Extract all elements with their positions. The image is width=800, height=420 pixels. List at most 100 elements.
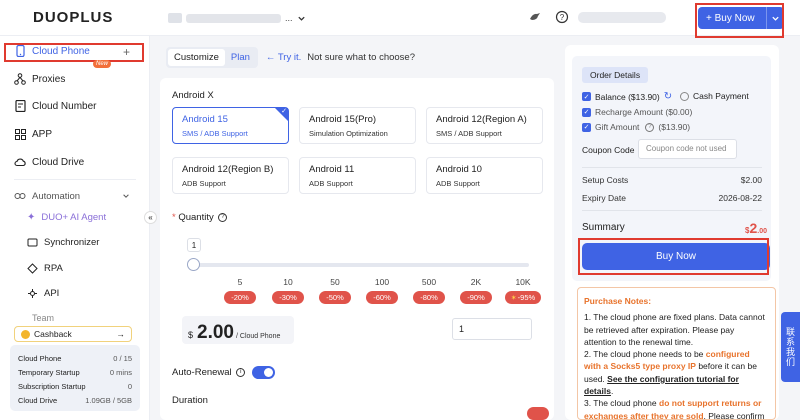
option-title: Android 15 bbox=[182, 114, 228, 125]
note-item: 2. The cloud phone needs to be configure… bbox=[584, 348, 769, 397]
duration-label: Duration bbox=[172, 395, 208, 406]
slider-tick: 2K bbox=[470, 277, 482, 287]
cashback-banner[interactable]: Cashback → bbox=[14, 326, 132, 342]
sidebar-item-cloud-number[interactable]: Cloud Number bbox=[14, 100, 96, 112]
highlight-box-sidebar bbox=[4, 43, 144, 62]
expiry-date-label: Expiry Date bbox=[582, 193, 626, 203]
coin-icon bbox=[21, 329, 30, 339]
sidebar-item-label: DUO+ AI Agent bbox=[41, 212, 107, 223]
tab-customize[interactable]: Customize bbox=[168, 49, 225, 66]
option-android-12-region-a[interactable]: Android 12(Region A) SMS / ADB Support bbox=[426, 107, 543, 144]
balance-label: Balance ($13.90) bbox=[595, 91, 660, 102]
discount-badge-max: ✶ -95% bbox=[505, 291, 541, 304]
arrow-right-icon: → bbox=[116, 329, 126, 339]
note-text: 2. The cloud phone needs to be bbox=[584, 349, 706, 360]
recharge-option[interactable]: ✓ Recharge Amount ($0.00) bbox=[582, 107, 692, 117]
stat-row: Subscription Startup 0 bbox=[18, 379, 132, 393]
duoplus-logo[interactable]: DUOPLUS bbox=[33, 9, 113, 26]
auto-renewal-toggle[interactable] bbox=[252, 366, 275, 379]
discount-badge-partial bbox=[527, 407, 549, 420]
account-switcher[interactable]: ... bbox=[168, 12, 306, 24]
discount-badge: -30% bbox=[272, 291, 304, 304]
option-subtitle: ADB Support bbox=[182, 179, 226, 188]
help-icon[interactable]: ? bbox=[645, 122, 655, 132]
option-title: Android 12(Region B) bbox=[182, 164, 274, 175]
stat-label: Temporary Startup bbox=[18, 367, 80, 377]
grid-icon bbox=[14, 128, 26, 140]
summary-price: $2.00 bbox=[745, 220, 767, 236]
radio-icon[interactable] bbox=[680, 91, 689, 101]
network-icon bbox=[14, 73, 26, 85]
option-android-10[interactable]: Android 10 ADB Support bbox=[426, 157, 543, 194]
sidebar-item-app[interactable]: APP bbox=[14, 128, 52, 140]
check-icon: ✓ bbox=[281, 108, 287, 115]
user-info-blurred[interactable] bbox=[578, 12, 666, 23]
divider bbox=[582, 167, 762, 168]
checkbox-checked-icon[interactable]: ✓ bbox=[582, 122, 591, 132]
sync-icon bbox=[27, 237, 38, 248]
account-name-blurred bbox=[186, 13, 281, 23]
contact-us-tab[interactable]: 联系我们 bbox=[781, 312, 800, 382]
config-tutorial-link[interactable]: See the configuration tutorial for detai… bbox=[584, 374, 739, 396]
chevron-down-icon[interactable] bbox=[122, 192, 130, 200]
help-icon[interactable]: ? bbox=[555, 10, 569, 24]
collapse-sidebar-icon[interactable]: « bbox=[144, 211, 157, 224]
stat-row: Cloud Phone 0 / 15 bbox=[18, 351, 132, 365]
chevron-down-icon bbox=[297, 14, 306, 23]
discount-badge: -60% bbox=[366, 291, 398, 304]
sidebar-item-ai-agent[interactable]: ✦ DUO+ AI Agent bbox=[27, 212, 106, 223]
divider bbox=[582, 210, 762, 211]
sidebar-item-synchronizer[interactable]: Synchronizer bbox=[27, 237, 99, 248]
coupon-input[interactable]: Coupon code not used bbox=[638, 139, 737, 159]
balance-option[interactable]: ✓ Balance ($13.90) ↻ bbox=[582, 91, 672, 102]
cash-payment-option[interactable]: Cash Payment bbox=[680, 91, 749, 101]
account-suffix: ... bbox=[285, 13, 293, 23]
option-title: Android 15(Pro) bbox=[309, 114, 377, 125]
option-android-11[interactable]: Android 11 ADB Support bbox=[299, 157, 416, 194]
svg-text:?: ? bbox=[560, 13, 565, 22]
sidebar-item-cloud-drive[interactable]: Cloud Drive bbox=[14, 156, 84, 168]
quantity-label-text: Quantity bbox=[178, 212, 214, 223]
top-bar: DUOPLUS ... ? + Buy Now bbox=[0, 0, 800, 36]
auto-renewal-text: Auto-Renewal bbox=[172, 367, 232, 378]
sidebar-group-team[interactable]: Team bbox=[14, 314, 54, 322]
option-android-15[interactable]: ✓ Android 15 SMS / ADB Support bbox=[172, 107, 289, 144]
option-subtitle: SMS / ADB Support bbox=[182, 129, 248, 138]
price-amount: 2.00 bbox=[197, 322, 234, 343]
fire-icon: ✶ bbox=[510, 294, 517, 302]
new-badge: New bbox=[93, 60, 112, 68]
option-subtitle: Simulation Optimization bbox=[309, 129, 388, 138]
note-text: . Please confirm bbox=[703, 410, 765, 420]
quantity-slider-track[interactable] bbox=[194, 263, 529, 267]
refresh-icon[interactable]: ↻ bbox=[664, 91, 672, 102]
slider-tick: 100 bbox=[374, 277, 390, 287]
stat-value: 0 bbox=[127, 381, 132, 391]
section-title-android: Android X bbox=[172, 90, 214, 101]
quantity-slider-handle[interactable] bbox=[187, 258, 200, 271]
team-icon bbox=[14, 314, 26, 322]
info-icon[interactable]: i bbox=[236, 367, 246, 377]
note-item: 1. The cloud phone are fixed plans. Data… bbox=[584, 312, 765, 347]
sidebar-group-automation[interactable]: Automation bbox=[14, 190, 80, 202]
bird-icon[interactable] bbox=[528, 10, 542, 24]
sidebar-item-rpa[interactable]: RPA bbox=[27, 263, 63, 274]
gift-option[interactable]: ✓ Gift Amount ? ($13.90) bbox=[582, 122, 690, 132]
option-android-15-pro[interactable]: Android 15(Pro) Simulation Optimization bbox=[299, 107, 416, 144]
option-subtitle: SMS / ADB Support bbox=[436, 129, 502, 138]
stat-row: Temporary Startup 0 mins bbox=[18, 365, 132, 379]
try-it-link[interactable]: ← Try it. bbox=[266, 52, 301, 63]
expiry-date-row: Expiry Date 2026-08-22 bbox=[582, 193, 762, 203]
sidebar-item-label: RPA bbox=[44, 263, 63, 274]
tab-plan[interactable]: Plan bbox=[225, 49, 256, 66]
highlight-box-buy-now bbox=[578, 238, 769, 275]
checkbox-checked-icon[interactable]: ✓ bbox=[582, 107, 591, 117]
sidebar-item-api[interactable]: API bbox=[27, 288, 59, 299]
option-subtitle: ADB Support bbox=[436, 179, 480, 188]
option-android-12-region-b[interactable]: Android 12(Region B) ADB Support bbox=[172, 157, 289, 194]
contact-us-label: 联系我们 bbox=[785, 327, 795, 367]
price-currency: $ bbox=[188, 330, 194, 340]
quantity-input[interactable]: 1 bbox=[452, 318, 532, 340]
checkbox-checked-icon[interactable]: ✓ bbox=[582, 92, 591, 101]
sidebar-item-proxies[interactable]: Proxies bbox=[14, 73, 65, 85]
help-icon[interactable]: ? bbox=[218, 212, 228, 222]
